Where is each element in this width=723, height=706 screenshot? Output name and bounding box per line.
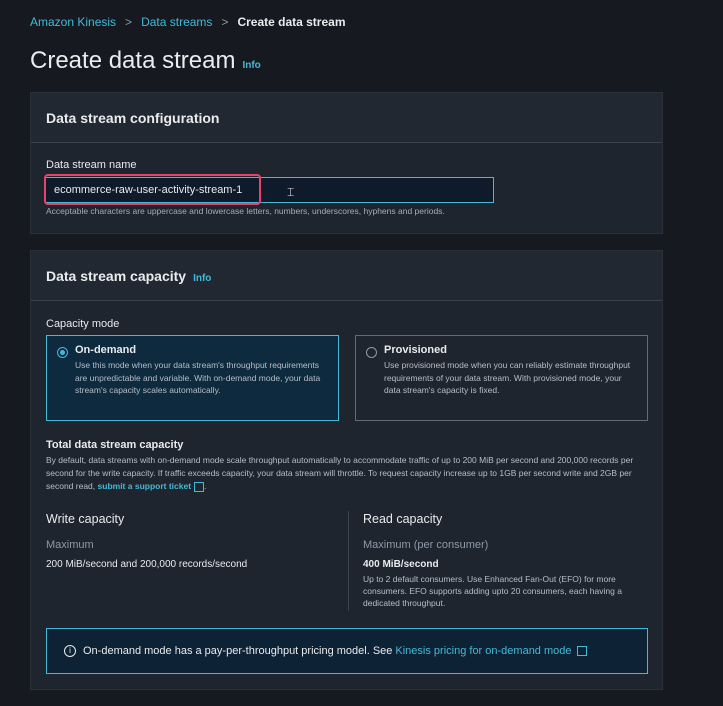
stream-name-hint: Acceptable characters are uppercase and … bbox=[46, 206, 445, 216]
page-title-text: Create data stream bbox=[30, 47, 236, 74]
page-title: Create data stream Info bbox=[30, 47, 261, 75]
capacity-panel: Data stream capacity Info Capacity mode … bbox=[30, 250, 663, 690]
read-capacity-value: 400 MiB/second bbox=[363, 559, 439, 570]
info-circle-icon: i bbox=[64, 645, 76, 657]
external-link-icon bbox=[576, 646, 587, 656]
breadcrumb-amazon-kinesis[interactable]: Amazon Kinesis bbox=[30, 15, 116, 29]
read-capacity-title: Read capacity bbox=[363, 512, 443, 526]
capacity-panel-title: Data stream capacity Info bbox=[46, 268, 211, 284]
breadcrumb-data-streams[interactable]: Data streams bbox=[141, 15, 212, 29]
radio-on-demand-title: On-demand bbox=[75, 344, 137, 356]
capacity-panel-title-text: Data stream capacity bbox=[46, 267, 187, 284]
radio-provisioned[interactable]: Provisioned Use provisioned mode when yo… bbox=[355, 335, 648, 421]
config-panel-header: Data stream configuration bbox=[31, 93, 662, 143]
text-cursor-icon: ⌶ bbox=[287, 185, 295, 199]
capacity-panel-header: Data stream capacity Info bbox=[31, 251, 662, 301]
radio-on-demand[interactable]: On-demand Use this mode when your data s… bbox=[46, 335, 339, 421]
pricing-note: On-demand mode has a pay-per-throughput … bbox=[83, 645, 393, 657]
config-panel: Data stream configuration Data stream na… bbox=[30, 92, 663, 234]
capacity-mode-label: Capacity mode bbox=[46, 318, 120, 330]
external-link-icon bbox=[194, 481, 205, 492]
capacity-divider bbox=[348, 511, 349, 611]
config-panel-title: Data stream configuration bbox=[46, 109, 220, 126]
radio-on-demand-desc: Use this mode when your data stream's th… bbox=[75, 360, 321, 395]
chevron-right-icon: > bbox=[125, 15, 133, 29]
info-link[interactable]: Info bbox=[242, 60, 260, 71]
write-capacity-title: Write capacity bbox=[46, 512, 125, 526]
pricing-link[interactable]: Kinesis pricing for on-demand mode bbox=[395, 645, 571, 657]
total-capacity-desc: By default, data streams with on-demand … bbox=[46, 455, 634, 492]
read-capacity-desc: Up to 2 default consumers. Use Enhanced … bbox=[363, 574, 622, 608]
pricing-info-alert: i On-demand mode has a pay-per-throughpu… bbox=[46, 628, 648, 674]
capacity-info-link[interactable]: Info bbox=[193, 273, 211, 284]
radio-provisioned-title: Provisioned bbox=[384, 344, 447, 356]
support-ticket-link[interactable]: submit a support ticket bbox=[98, 481, 192, 491]
breadcrumb-current: Create data stream bbox=[237, 15, 346, 29]
write-capacity-sub: Maximum bbox=[46, 539, 94, 551]
total-capacity-title: Total data stream capacity bbox=[46, 439, 184, 451]
radio-unselected-icon bbox=[366, 347, 377, 358]
radio-selected-icon bbox=[57, 347, 68, 358]
radio-provisioned-desc: Use provisioned mode when you can reliab… bbox=[384, 360, 631, 395]
write-capacity-value: 200 MiB/second and 200,000 records/secon… bbox=[46, 559, 248, 570]
input-highlight-box bbox=[44, 174, 261, 205]
read-capacity-sub: Maximum (per consumer) bbox=[363, 539, 489, 551]
stream-name-label: Data stream name bbox=[46, 159, 137, 171]
chevron-right-icon: > bbox=[221, 15, 229, 29]
breadcrumb: Amazon Kinesis > Data streams > Create d… bbox=[30, 15, 346, 29]
